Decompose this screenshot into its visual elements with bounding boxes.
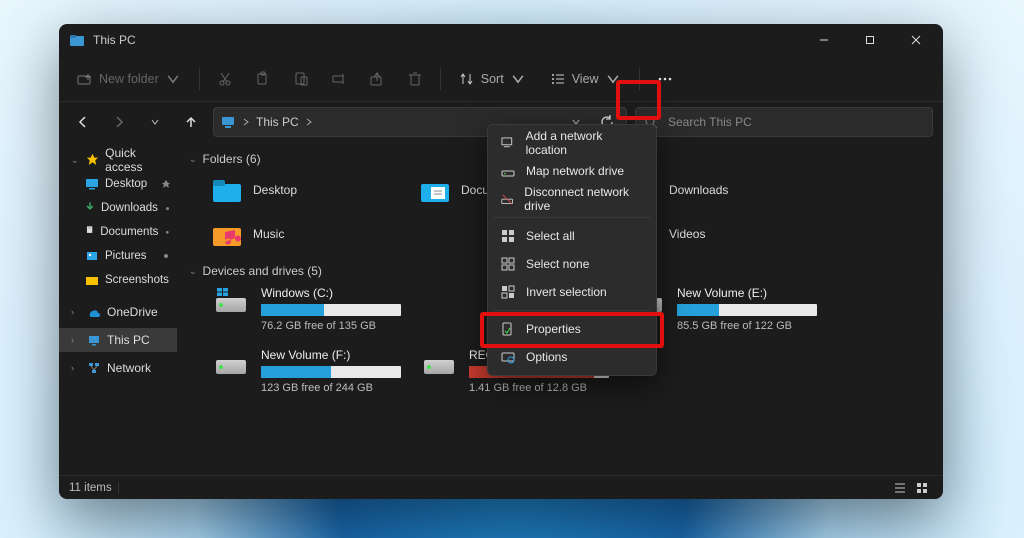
recent-locations-button[interactable] [141, 108, 169, 136]
chevron-right-icon [242, 118, 250, 126]
breadcrumb-this-pc[interactable]: This PC [256, 115, 299, 129]
new-folder-label: New folder [99, 72, 159, 86]
this-pc-icon [220, 114, 236, 130]
view-button[interactable]: View [540, 62, 631, 96]
window-title: This PC [93, 33, 136, 47]
select-none-icon [500, 256, 516, 272]
share-button[interactable] [360, 62, 394, 96]
menu-options[interactable]: Options [488, 343, 656, 371]
desktop-icon [85, 177, 99, 191]
collapse-icon: ⌄ [71, 155, 80, 166]
sidebar-onedrive[interactable]: ›OneDrive [59, 300, 177, 324]
network-location-icon [500, 135, 516, 151]
network-icon [87, 361, 101, 375]
pin-icon [164, 227, 171, 237]
expand-icon: › [71, 363, 81, 373]
sidebar-item-downloads[interactable]: Downloads [59, 196, 177, 220]
delete-button[interactable] [398, 62, 432, 96]
menu-invert-selection[interactable]: Invert selection [488, 278, 656, 306]
onedrive-icon [87, 305, 101, 319]
drive-c[interactable]: Windows (C:) 76.2 GB free of 135 GB [211, 286, 411, 332]
collapse-icon: ⌄ [189, 154, 197, 165]
sidebar-item-desktop[interactable]: Desktop [59, 172, 177, 196]
invert-selection-icon [500, 284, 516, 300]
folder-downloads[interactable]: Downloads [627, 174, 827, 206]
sort-label: Sort [481, 72, 504, 86]
minimize-button[interactable] [801, 24, 847, 56]
menu-map-network-drive[interactable]: Map network drive [488, 157, 656, 185]
tiles-view-button[interactable] [911, 479, 933, 497]
downloads-icon [85, 201, 95, 215]
search-box[interactable] [635, 107, 933, 137]
pin-icon [164, 203, 171, 213]
new-folder-button[interactable]: New folder [67, 62, 191, 96]
this-pc-icon [87, 333, 101, 347]
chevron-right-icon [305, 118, 313, 126]
music-folder-icon [211, 218, 243, 250]
menu-select-all[interactable]: Select all [488, 222, 656, 250]
select-all-icon [500, 228, 516, 244]
usage-bar [677, 304, 817, 316]
sidebar-quick-access[interactable]: ⌄ Quick access [59, 148, 177, 172]
rename-button[interactable] [322, 62, 356, 96]
status-count: 11 items [69, 482, 112, 494]
pictures-icon [85, 249, 99, 263]
folder-desktop[interactable]: Desktop [211, 174, 411, 206]
usage-bar [261, 304, 401, 316]
copy-button[interactable] [246, 62, 280, 96]
details-view-button[interactable] [889, 479, 911, 497]
expand-icon: › [71, 307, 81, 317]
pin-icon [161, 179, 171, 189]
expand-icon: › [71, 335, 81, 345]
properties-icon [500, 321, 516, 337]
view-label: View [572, 72, 599, 86]
see-more-button[interactable] [648, 62, 682, 96]
drive-icon [211, 286, 251, 332]
menu-disconnect-network-drive[interactable]: Disconnect network drive [488, 185, 656, 213]
sidebar-item-pictures[interactable]: Pictures [59, 244, 177, 268]
usage-bar [261, 366, 401, 378]
search-input[interactable] [666, 114, 924, 130]
sidebar-network[interactable]: ›Network [59, 356, 177, 380]
file-explorer-window: This PC New folder Sort View [59, 24, 943, 499]
sidebar: ⌄ Quick access Desktop Downloads Documen… [59, 142, 177, 475]
disconnect-drive-icon [500, 191, 514, 207]
map-drive-icon [500, 163, 516, 179]
folder-videos[interactable]: Videos [627, 218, 827, 250]
documents-folder-icon [419, 174, 451, 206]
drive-icon [211, 348, 251, 394]
documents-icon [85, 225, 94, 239]
folder-icon [85, 273, 99, 287]
forward-button[interactable] [105, 108, 133, 136]
drive-icon [419, 348, 459, 394]
close-button[interactable] [893, 24, 939, 56]
up-button[interactable] [177, 108, 205, 136]
app-icon [69, 32, 85, 48]
command-bar: New folder Sort View [59, 56, 943, 102]
sidebar-item-documents[interactable]: Documents [59, 220, 177, 244]
sort-button[interactable]: Sort [449, 62, 536, 96]
drive-f[interactable]: New Volume (F:) 123 GB free of 244 GB [211, 348, 411, 394]
folder-music[interactable]: Music [211, 218, 411, 250]
menu-properties[interactable]: Properties [488, 315, 656, 343]
collapse-icon: ⌄ [189, 266, 197, 277]
pin-icon [161, 251, 171, 261]
menu-add-network-location[interactable]: Add a network location [488, 129, 656, 157]
more-dropdown: Add a network location Map network drive… [487, 124, 657, 376]
status-bar: 11 items [59, 475, 943, 499]
sidebar-this-pc[interactable]: ›This PC [59, 328, 177, 352]
menu-select-none[interactable]: Select none [488, 250, 656, 278]
star-icon [86, 153, 99, 167]
sidebar-label: Quick access [105, 146, 171, 174]
desktop-folder-icon [211, 174, 243, 206]
drive-e[interactable]: New Volume (E:) 85.5 GB free of 122 GB [627, 286, 827, 332]
cut-button[interactable] [208, 62, 242, 96]
options-icon [500, 349, 516, 365]
sidebar-item-screenshots[interactable]: Screenshots [59, 268, 177, 292]
back-button[interactable] [69, 108, 97, 136]
titlebar: This PC [59, 24, 943, 56]
maximize-button[interactable] [847, 24, 893, 56]
paste-button[interactable] [284, 62, 318, 96]
